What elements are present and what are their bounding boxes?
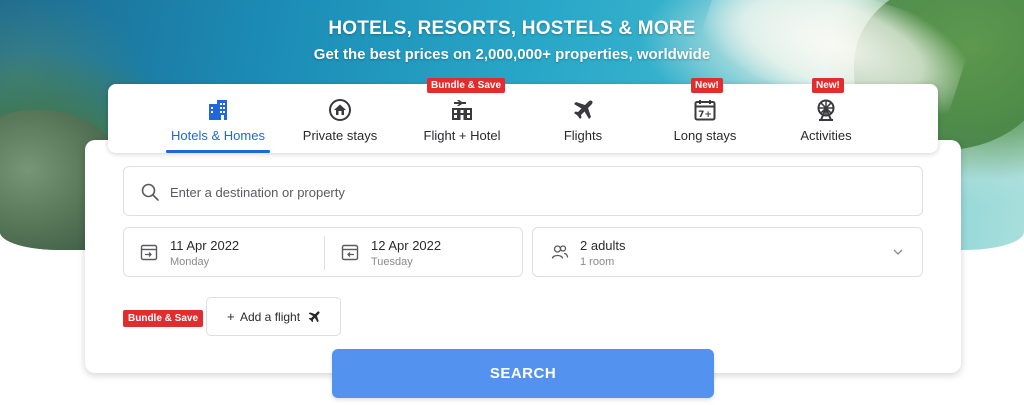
house-icon: [329, 99, 351, 121]
date-range-picker: 11 Apr 2022 Monday 12 Apr 2022 Tuesday: [123, 227, 523, 277]
active-tab-underline: [166, 150, 270, 153]
add-flight-label: Add a flight: [240, 310, 301, 324]
airplane-icon: [574, 100, 593, 119]
rooms-count: 1 room: [580, 256, 615, 268]
tab-label: Long stays: [673, 128, 737, 143]
hotel-building-icon: [209, 100, 227, 120]
checkout-day-value: Tuesday: [371, 256, 413, 268]
tab-flights[interactable]: Flights: [548, 84, 618, 153]
tab-label: Flights: [563, 128, 603, 143]
new-badge: New!: [691, 78, 723, 93]
tab-hotels-homes[interactable]: Hotels & Homes: [166, 84, 270, 153]
hero-title: HOTELS, RESORTS, HOSTELS & MORE: [328, 18, 696, 39]
svg-text:7+: 7+: [698, 110, 712, 120]
ferris-wheel-icon: [817, 99, 835, 121]
destination-input[interactable]: [170, 179, 890, 205]
calendar-seven-icon: 7+: [694, 100, 716, 121]
checkout-date[interactable]: 12 Apr 2022 Tuesday: [325, 228, 524, 276]
checkout-date-value: 12 Apr 2022: [371, 238, 442, 253]
add-flight-button[interactable]: + Add a flight: [206, 297, 341, 336]
tab-activities[interactable]: New! Activities: [791, 78, 861, 153]
chevron-down-icon: [893, 249, 903, 255]
destination-field[interactable]: [123, 166, 923, 216]
hero-subtitle: Get the best prices on 2,000,000+ proper…: [313, 46, 711, 63]
tab-label: Private stays: [302, 128, 378, 143]
checkin-day-value: Monday: [170, 256, 210, 268]
search-icon: [141, 183, 159, 201]
new-badge: New!: [812, 78, 844, 93]
calendar-checkout-icon: [341, 244, 359, 261]
tab-label: Flight + Hotel: [423, 128, 501, 143]
adults-count: 2 adults: [580, 238, 626, 253]
tab-label: Hotels & Homes: [171, 128, 265, 143]
airplane-icon: [308, 311, 320, 323]
search-button[interactable]: SEARCH: [332, 349, 714, 398]
bundle-save-badge: Bundle & Save: [123, 310, 204, 327]
checkin-date[interactable]: 11 Apr 2022 Monday: [124, 228, 323, 276]
product-tab-bar: Hotels & Homes Private stays Bundle & Sa…: [108, 78, 938, 153]
bundle-save-badge: Bundle & Save: [427, 78, 506, 93]
tab-label: Activities: [800, 128, 852, 143]
plus-icon: +: [227, 309, 235, 324]
tab-private-stays[interactable]: Private stays: [294, 84, 386, 153]
calendar-checkin-icon: [140, 244, 158, 261]
flight-hotel-icon: [452, 100, 472, 120]
guests-icon: [551, 245, 569, 259]
occupancy-selector[interactable]: 2 adults 1 room: [532, 227, 923, 277]
tab-flight-hotel[interactable]: Bundle & Save Flight + Hotel: [413, 78, 511, 153]
checkin-date-value: 11 Apr 2022: [170, 238, 240, 253]
tab-long-stays[interactable]: New! 7+ Long stays: [665, 78, 745, 153]
